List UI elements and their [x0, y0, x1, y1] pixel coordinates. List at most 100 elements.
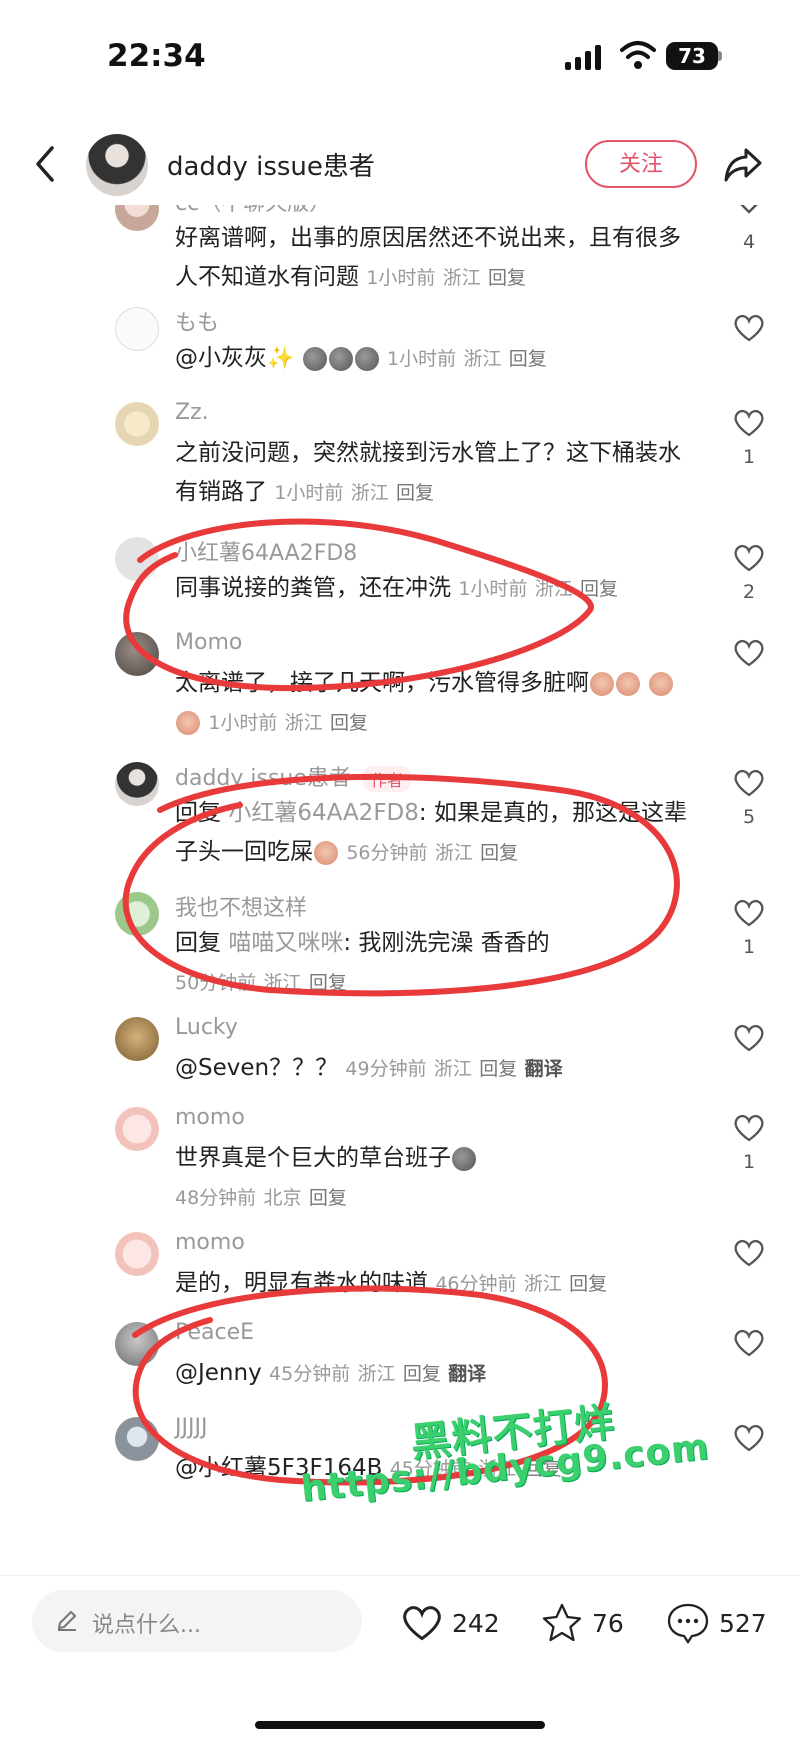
heart-icon[interactable] — [732, 1023, 766, 1053]
back-arrow-icon[interactable] — [30, 142, 60, 186]
reply-link[interactable]: 回复 — [403, 1363, 441, 1385]
reply-to-user[interactable]: 喵喵又咪咪 — [228, 930, 343, 956]
like-count: 1 — [742, 1151, 756, 1173]
comment-text: @Seven？？？ — [175, 1055, 339, 1081]
translate-link[interactable]: 翻译 — [448, 1363, 486, 1385]
comment-username[interactable]: daddy issue患者 作者 — [175, 760, 411, 792]
crying-emoji-icon — [616, 671, 640, 696]
author-avatar[interactable] — [86, 134, 148, 196]
like-count: 1 — [742, 446, 756, 468]
heart-icon[interactable] — [732, 1238, 766, 1268]
home-indicator[interactable] — [255, 1721, 545, 1729]
reply-link[interactable]: 回复 — [580, 578, 618, 600]
avatar[interactable] — [115, 632, 159, 676]
follow-button[interactable]: 关注 — [585, 140, 697, 188]
heart-icon[interactable] — [732, 313, 766, 343]
comment-username[interactable]: Lucky — [175, 1015, 238, 1040]
reply-link[interactable]: 回复 — [309, 972, 347, 994]
comment-username[interactable]: もも — [175, 305, 219, 337]
comment-time: 48分钟前 — [175, 1187, 257, 1209]
comment-input[interactable]: 说点什么... — [32, 1590, 362, 1652]
heart-icon[interactable] — [732, 1328, 766, 1358]
comment-time: 49分钟前 — [345, 1058, 427, 1080]
share-icon[interactable] — [722, 144, 764, 186]
avatar[interactable] — [115, 1232, 159, 1276]
wifi-icon — [620, 41, 656, 69]
heart-icon[interactable] — [732, 768, 766, 798]
bottom-bar: 说点什么... 242 76 527 — [0, 1575, 800, 1739]
comment-button[interactable]: 527 — [665, 1598, 767, 1648]
emoji-icon — [328, 346, 353, 371]
comment-body: @Seven？？？ 49分钟前 浙江 回复 翻译 — [175, 1049, 695, 1089]
heart-icon[interactable] — [732, 638, 766, 668]
comment-time: 1小时前 — [274, 482, 344, 504]
reply-link[interactable]: 回复 — [480, 842, 518, 864]
avatar[interactable] — [115, 205, 159, 231]
author-name[interactable]: daddy issue患者 — [167, 146, 375, 183]
like-button[interactable]: 242 — [400, 1598, 500, 1648]
emoji-icon — [452, 1146, 476, 1171]
collect-button[interactable]: 76 — [540, 1598, 624, 1648]
reply-link[interactable]: 回复 — [396, 482, 434, 504]
avatar[interactable] — [115, 307, 159, 351]
comment-username[interactable]: cc（不聊天版） — [175, 205, 331, 217]
reply-link[interactable]: 回复 — [309, 1187, 347, 1209]
comment-body: 之前没问题，突然就接到污水管上了？这下桶装水有销路了 1小时前 浙江 回复 — [175, 434, 695, 513]
comment-username[interactable]: momo — [175, 1105, 245, 1130]
reply-link[interactable]: 回复 — [569, 1273, 607, 1295]
avatar[interactable] — [115, 1322, 159, 1366]
post-header: daddy issue患者 关注 — [0, 120, 800, 210]
comment-location: 浙江 — [523, 1273, 562, 1295]
avatar[interactable] — [115, 762, 159, 806]
comment-username[interactable]: Zz. — [175, 400, 209, 425]
like-count: 4 — [742, 231, 756, 253]
battery-tip — [718, 51, 722, 61]
comment-username[interactable]: PeaceE — [175, 1320, 254, 1345]
heart-icon[interactable] — [732, 1423, 766, 1453]
comment-time: 1小时前 — [208, 712, 278, 734]
translate-link[interactable]: 翻译 — [525, 1058, 563, 1080]
comment-text: : 我刚洗完澡 香香的 — [343, 930, 550, 956]
reply-link[interactable]: 回复 — [509, 348, 547, 370]
avatar[interactable] — [115, 537, 159, 581]
avatar[interactable] — [115, 1107, 159, 1151]
avatar[interactable] — [115, 1417, 159, 1461]
like-total: 242 — [452, 1608, 500, 1638]
heart-icon[interactable] — [732, 1113, 766, 1143]
comment-location: 浙江 — [434, 842, 473, 864]
heart-icon[interactable] — [732, 898, 766, 928]
avatar[interactable] — [115, 402, 159, 446]
comment-location: 浙江 — [534, 578, 573, 600]
comment-total: 527 — [719, 1608, 767, 1638]
comment-time: 1小时前 — [458, 578, 528, 600]
sparkle-emoji-icon: ✨ — [267, 346, 295, 371]
crying-emoji-icon — [590, 671, 614, 696]
comment-username[interactable]: 小红薯64AA2FD8 — [175, 535, 357, 567]
heart-icon[interactable] — [732, 543, 766, 573]
comment-username[interactable]: 我也不想这样 — [175, 890, 307, 922]
reply-to-user[interactable]: 小红薯64AA2FD8 — [228, 800, 419, 826]
reply-link[interactable]: 回复 — [488, 267, 526, 289]
like-count: 2 — [742, 581, 756, 603]
heart-icon — [403, 1606, 441, 1641]
comment-username-text[interactable]: daddy issue患者 — [175, 766, 351, 791]
comment-username[interactable]: Momo — [175, 630, 242, 655]
cellular-signal-icon — [565, 44, 601, 70]
comment-mention[interactable]: @小灰灰 — [175, 345, 267, 371]
reply-link[interactable]: 回复 — [330, 712, 368, 734]
reply-link[interactable]: 回复 — [479, 1058, 517, 1080]
heart-icon[interactable] — [732, 408, 766, 438]
comment-text: 是的，明显有粪水的味道 — [175, 1270, 428, 1296]
crying-emoji-icon — [314, 840, 338, 865]
comment-time: 56分钟前 — [346, 842, 428, 864]
comment-username[interactable]: momo — [175, 1230, 245, 1255]
crying-emoji-icon — [649, 671, 674, 696]
avatar[interactable] — [115, 892, 159, 936]
comment-body: 太离谱了，接了几天啊，污水管得多脏啊 1小时前 浙江 回复 — [175, 664, 695, 743]
avatar[interactable] — [115, 1017, 159, 1061]
comment-body: 回复 喵喵又咪咪: 我刚洗完澡 香香的 50分钟前 浙江 回复 — [175, 924, 695, 1003]
comment-list[interactable]: cc（不聊天版） 好离谱啊，出事的原因居然还不说出来，且有很多人不知道水有问题 … — [0, 205, 800, 1575]
comment-body: 是的，明显有粪水的味道 46分钟前 浙江 回复 — [175, 1264, 695, 1304]
comment-username[interactable]: JJJJJ — [175, 1415, 207, 1440]
collapse-chevron-icon[interactable] — [732, 205, 766, 221]
